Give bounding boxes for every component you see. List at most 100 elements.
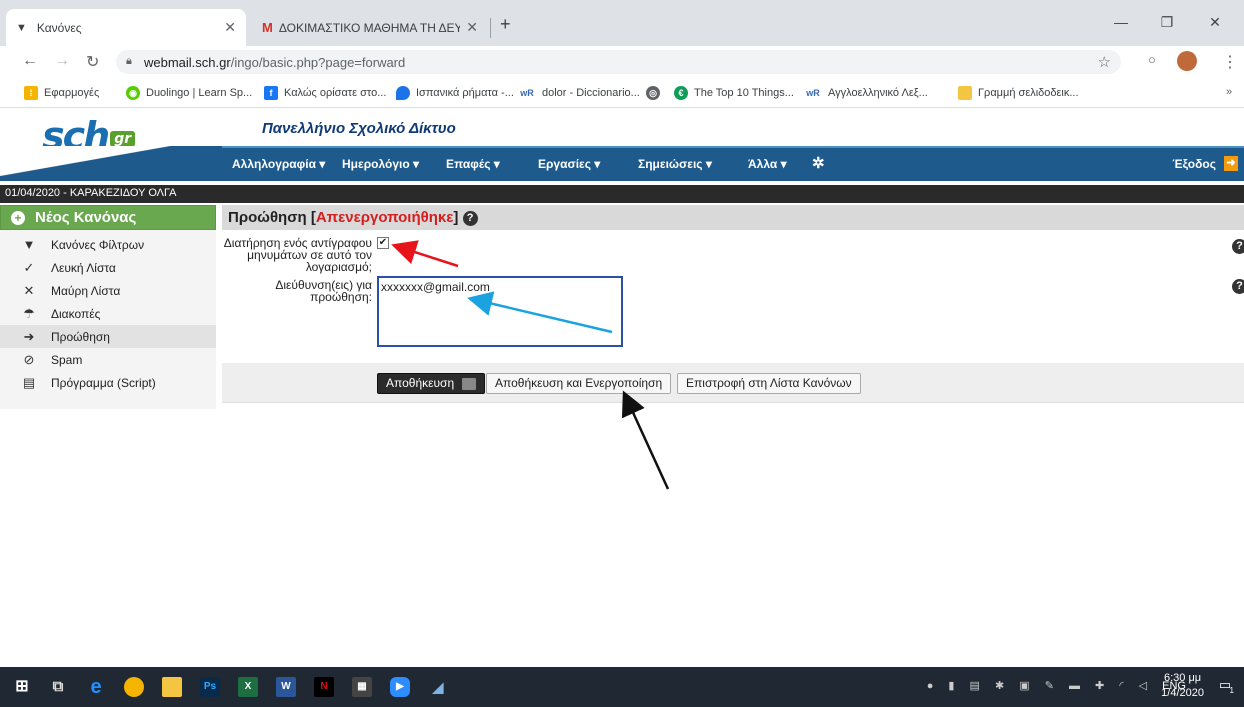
- site-header: sch gr Πανελλήνιο Σχολικό Δίκτυο Αλληλογρ…: [0, 108, 1244, 183]
- photoshop-icon[interactable]: Ps: [200, 677, 220, 697]
- save-and-enable-button[interactable]: Αποθήκευση και Ενεργοποίηση: [486, 373, 672, 394]
- nav-more[interactable]: Άλλα ▾: [748, 157, 787, 171]
- excel-icon[interactable]: X: [238, 677, 258, 697]
- sidebar-item-filter-rules[interactable]: ▼ Κανόνες Φίλτρων: [0, 233, 216, 256]
- nav-contacts[interactable]: Επαφές ▾: [446, 157, 500, 171]
- address-bar[interactable]: 🔒︎ webmail.sch.gr/ingo/basic.php?page=fo…: [116, 50, 1121, 74]
- sidebar-item-forward[interactable]: ➜ Προώθηση: [0, 325, 216, 348]
- bookmark-label: Εφαρμογές: [44, 87, 100, 99]
- word-icon[interactable]: W: [276, 677, 296, 697]
- wordreference-icon: wR: [806, 88, 820, 98]
- notes-app-icon[interactable]: ◢: [428, 677, 448, 697]
- main-nav: Αλληλογραφία ▾ Ημερολόγιο ▾ Επαφές ▾ Εργ…: [222, 146, 1244, 181]
- sidebar-item-label: Πρόγραμμα (Script): [51, 375, 156, 390]
- forward-address-field[interactable]: [377, 276, 623, 347]
- bookmark-top-things[interactable]: € The Top 10 Things...: [674, 86, 794, 100]
- sidebar-item-blacklist[interactable]: ✕ Μαύρη Λίστα: [0, 279, 216, 302]
- clock-time: 6:30 μμ: [1164, 672, 1202, 684]
- status-bracket-close: ]: [453, 209, 459, 226]
- netflix-icon[interactable]: N: [314, 677, 334, 697]
- bookmark-globe[interactable]: ◎: [646, 86, 666, 100]
- new-tab-button[interactable]: +: [500, 14, 511, 35]
- bookmarks-overflow-icon[interactable]: »: [1226, 86, 1232, 98]
- bookmark-spanish-verbs[interactable]: Ισπανικά ρήματα -...: [396, 86, 514, 100]
- nav-tasks[interactable]: Εργασίες ▾: [538, 157, 600, 171]
- sidebar-item-label: Λευκή Λίστα: [51, 260, 116, 275]
- url-text: webmail.sch.gr/ingo/basic.php?page=forwa…: [144, 55, 405, 70]
- filter-icon: ▼: [16, 21, 27, 34]
- tab-rules[interactable]: ▼ Κανόνες ✕: [6, 9, 246, 46]
- tab-close-icon[interactable]: ✕: [224, 19, 236, 36]
- wordreference-icon: wR: [520, 88, 534, 98]
- sidebar-item-script[interactable]: ▤ Πρόγραμμα (Script): [0, 371, 216, 394]
- reload-icon[interactable]: ↻: [86, 52, 99, 72]
- tab-title: ΔΟΚΙΜΑΣΤΙΚΟ ΜΑΘΗΜΑ ΤΗ ΔΕΥ: [278, 20, 461, 35]
- nav-notes[interactable]: Σημειώσεις ▾: [638, 157, 712, 171]
- star-icon[interactable]: ☆: [1098, 53, 1111, 71]
- bookmark-site-icon: €: [674, 86, 688, 100]
- check-circle-icon: ✓: [23, 259, 35, 275]
- address-label: Διεύθυνση(εις) για προώθηση:: [275, 278, 372, 304]
- notifications-icon[interactable]: ▭ 1: [1216, 677, 1234, 695]
- nav-mail[interactable]: Αλληλογραφία ▾: [232, 157, 325, 171]
- bookmark-apps[interactable]: ⁞ Εφαρμογές: [24, 86, 99, 100]
- forward-arrow-icon: ➜: [23, 328, 35, 344]
- url-path: /ingo/basic.php?page=forward: [230, 55, 406, 70]
- logout-link[interactable]: Έξοδος: [1172, 157, 1216, 171]
- menu-icon[interactable]: ⋮: [1222, 52, 1238, 72]
- restore-button[interactable]: ❐: [1144, 10, 1190, 34]
- return-to-rules-button[interactable]: Επιστροφή στη Λίστα Κανόνων: [677, 373, 861, 394]
- edge-icon[interactable]: e: [86, 677, 106, 697]
- tab-gmail[interactable]: M ΔΟΚΙΜΑΣΤΙΚΟ ΜΑΘΗΜΑ ΤΗ ΔΕΥ ✕: [252, 9, 488, 46]
- bookmark-english-greek[interactable]: wR Αγγλοελληνικό Λεξ...: [804, 86, 928, 100]
- file-explorer-icon[interactable]: [162, 677, 182, 697]
- save-button[interactable]: Αποθήκευση: [377, 373, 486, 394]
- bookmark-facebook[interactable]: f Καλώς ορίσατε στο...: [264, 86, 386, 100]
- filter-icon: ▼: [22, 237, 36, 252]
- gear-icon[interactable]: ✲: [812, 154, 825, 172]
- status-badge: Απενεργοποιήθηκε: [315, 209, 454, 226]
- bookmarks-bar: ⁞ Εφαρμογές ◉ Duolingo | Learn Sp... f Καλώ…: [0, 78, 1244, 108]
- zoom-icon[interactable]: ▶: [390, 677, 410, 697]
- bookmark-dolor[interactable]: wR dolor - Diccionario...: [518, 86, 640, 100]
- help-icon[interactable]: ?: [462, 210, 478, 226]
- bookmark-label: Γραμμή σελιδοδεικ...: [978, 87, 1079, 99]
- keep-copy-help-icon[interactable]: ?: [1232, 239, 1244, 254]
- extension-icon[interactable]: ○: [1148, 52, 1156, 67]
- sidebar-item-spam[interactable]: ⊘ Spam: [0, 348, 216, 371]
- sidebar: + Νέος Κανόνας ▼ Κανόνες Φίλτρων ✓ Λευκή Λ…: [0, 205, 216, 409]
- profile-avatar[interactable]: [1177, 51, 1197, 71]
- nav-calendar[interactable]: Ημερολόγιο ▾: [342, 157, 419, 171]
- bookmark-label: Ισπανικά ρήματα -...: [416, 87, 514, 99]
- minimize-button[interactable]: —: [1098, 10, 1144, 34]
- clock[interactable]: 6:30 μμ 1/4/2020: [1161, 671, 1204, 701]
- forward-icon[interactable]: →: [54, 52, 70, 70]
- new-rule-button[interactable]: + Νέος Κανόνας: [0, 205, 216, 230]
- bookmark-duolingo[interactable]: ◉ Duolingo | Learn Sp...: [126, 86, 252, 100]
- windows-start-icon[interactable]: ⊞: [12, 677, 32, 697]
- vacation-icon: ☂: [23, 305, 35, 321]
- site-name: Πανελλήνιο Σχολικό Δίκτυο: [262, 120, 456, 137]
- new-rule-label: Νέος Κανόνας: [35, 209, 137, 226]
- lock-icon: 🔒︎: [126, 55, 132, 67]
- sidebar-item-vacation[interactable]: ☂ Διακοπές: [0, 302, 216, 325]
- keep-copy-checkbox[interactable]: ✔: [377, 237, 389, 249]
- system-tray[interactable]: ● ▮ ▤ ✱ ▣ ✎ ▬ ✚ ◜ ◁ ENG: [927, 679, 1186, 692]
- x-circle-icon: ✕: [23, 282, 35, 298]
- close-window-button[interactable]: ✕: [1192, 10, 1238, 34]
- save-button-label: Αποθήκευση: [386, 376, 455, 390]
- plus-icon: +: [11, 210, 25, 225]
- task-view-icon[interactable]: ⧉: [48, 677, 68, 697]
- back-icon[interactable]: ←: [22, 52, 38, 70]
- sidebar-item-whitelist[interactable]: ✓ Λευκή Λίστα: [0, 256, 216, 279]
- header-swoosh: [0, 146, 222, 181]
- black-arrow: [621, 390, 670, 490]
- chrome-icon[interactable]: [124, 677, 144, 697]
- tab-close-icon[interactable]: ✕: [466, 19, 478, 36]
- logout-icon[interactable]: ➜: [1224, 156, 1238, 171]
- address-help-icon[interactable]: ?: [1232, 279, 1244, 294]
- bookmark-folder[interactable]: Γραμμή σελιδοδεικ...: [958, 86, 1079, 100]
- calculator-icon[interactable]: ▦: [352, 677, 372, 697]
- tab-separator: [490, 18, 491, 38]
- sidebar-item-label: Προώθηση: [51, 329, 110, 344]
